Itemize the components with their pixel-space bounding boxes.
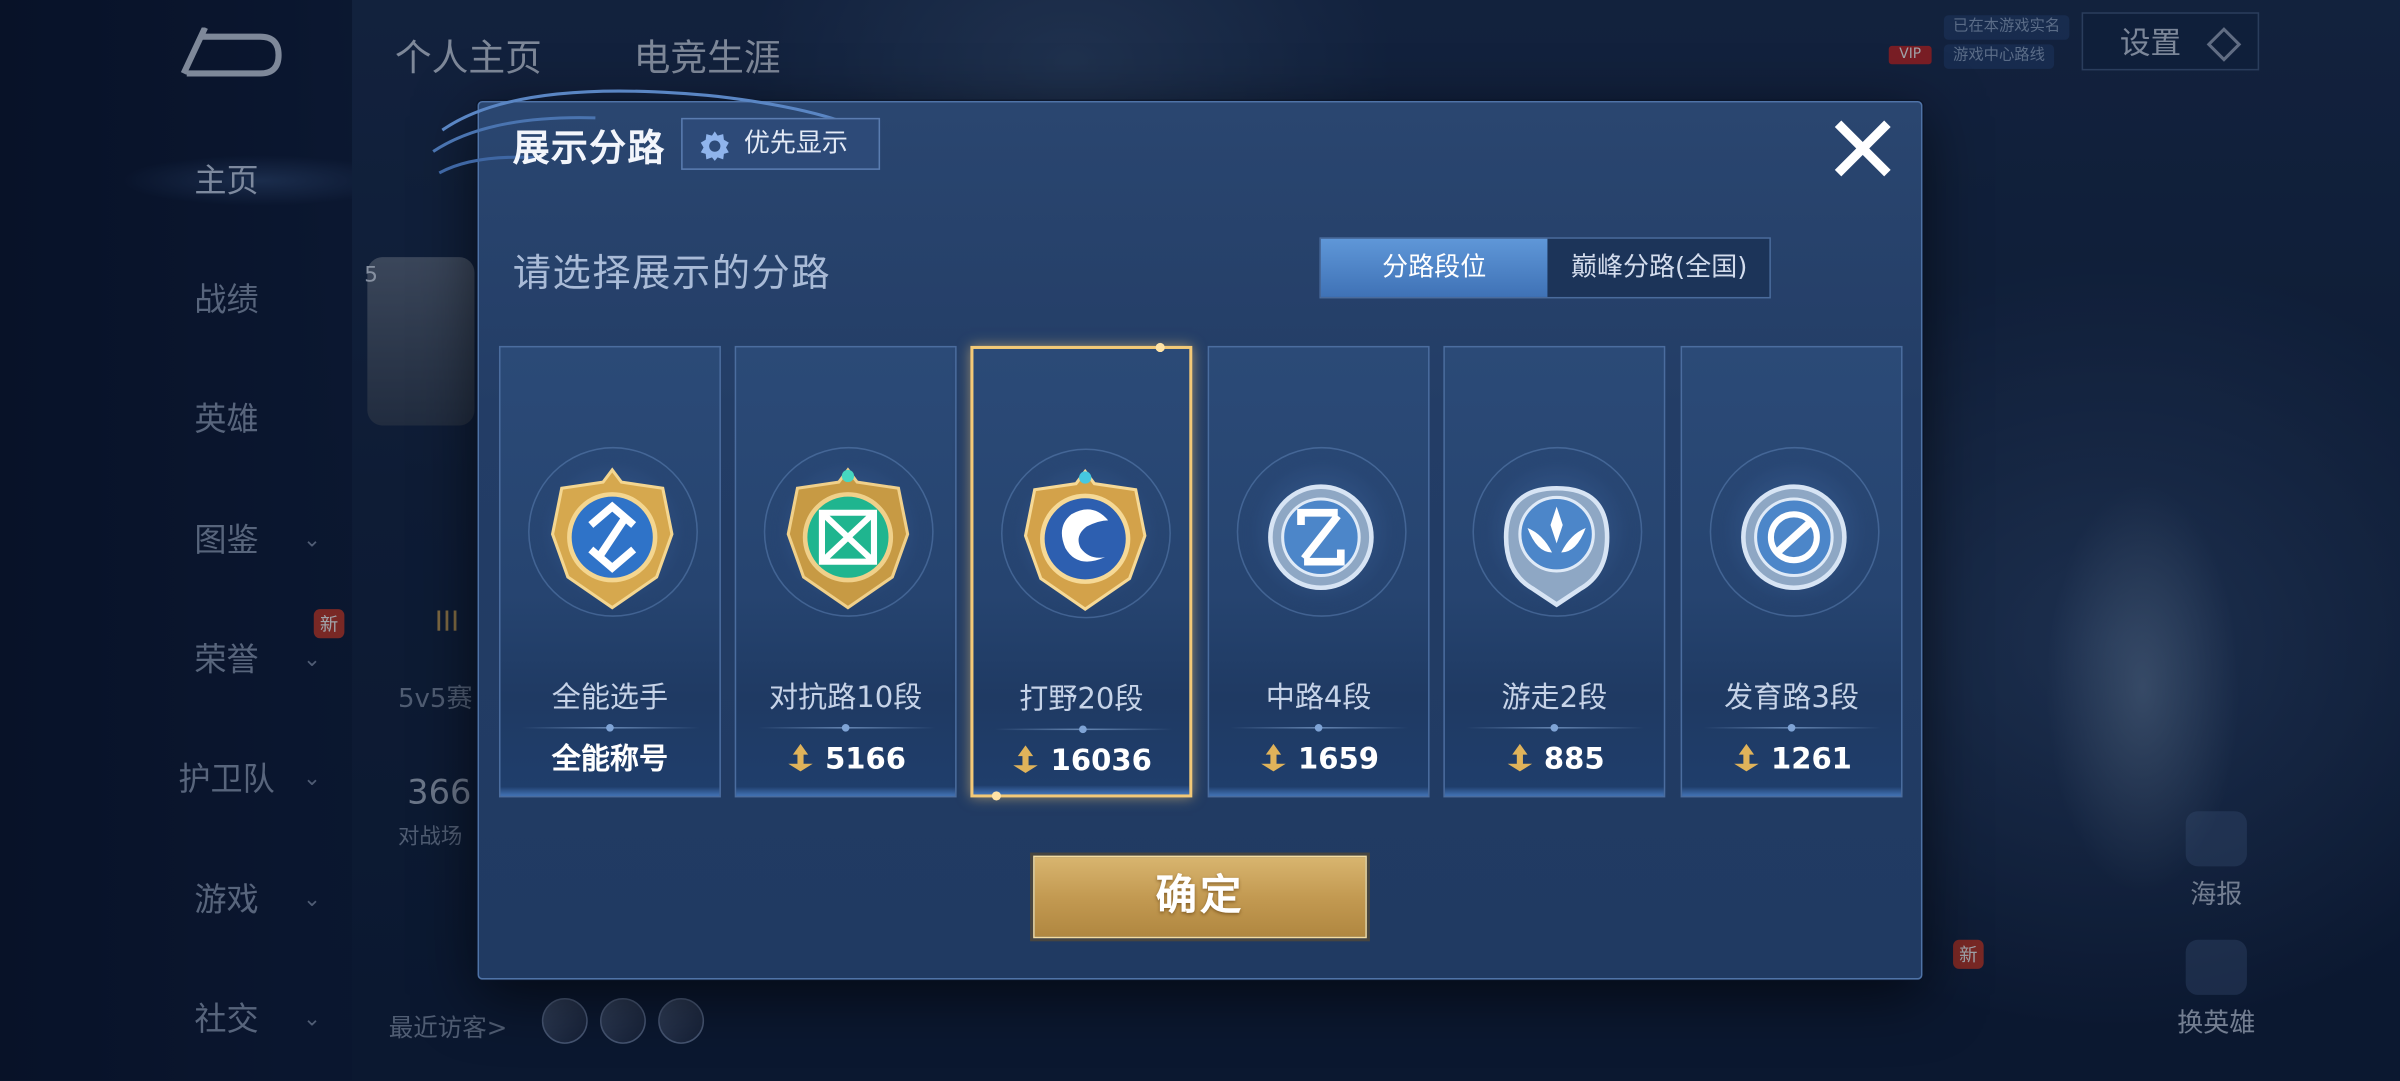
jungle-emblem-icon [1023,468,1147,612]
lane-score-value: 5166 [825,742,907,777]
priority-display-label: 优先显示 [743,128,848,160]
lane-rank: 全能选手 [551,681,669,715]
close-icon[interactable] [1829,115,1896,182]
card-glow [500,786,720,796]
divider [757,723,936,732]
lane-type-switch: 分路段位 巅峰分路(全国) [1319,237,1771,299]
points-icon [788,743,813,772]
lane-card-clash[interactable]: 对抗路10段 5166 [734,345,957,798]
lane-card-farm[interactable]: 发育路3段 1261 [1680,345,1903,798]
divider [1230,723,1409,732]
roam-emblem-icon [1503,485,1610,608]
lane-rank: 打野20段 [1019,682,1144,717]
lane-card-jungle[interactable]: 打野20段 16036 [970,342,1193,801]
lane-score-value: 1659 [1298,742,1379,777]
points-icon [1013,745,1039,773]
tab-peak-lane[interactable]: 巅峰分路(全国) [1549,239,1769,297]
lane-score: 1261 [1682,739,1901,779]
priority-display-button[interactable]: 优先显示 [681,117,881,170]
lane-title: 全能称号 [551,742,669,777]
gear-icon [700,131,729,161]
mid-lane-emblem-icon [1268,484,1374,591]
divider [1703,723,1882,732]
lane-rank: 发育路3段 [1724,681,1859,715]
lane-display-dialog: 展示分路 优先显示 请选择展示的分路 分路段位 巅峰分路(全国) 全能选手 全能… [432,89,1923,980]
lane-score: 5166 [736,739,955,779]
dialog-subtitle: 请选择展示的分路 [512,251,832,296]
tab-lane-rank[interactable]: 分路段位 [1320,238,1548,297]
selection-corner [991,791,1002,801]
app-screen: 主页 战绩 英雄 图鉴 ⌄ 荣誉 ⌄ 新 护卫队 ⌄ 游戏 ⌄ 社交 ⌄ 个人主… [0,0,2400,1081]
lane-score-value: 16036 [1050,743,1152,778]
lane-rank: 游走2段 [1501,681,1608,715]
card-glow [1682,786,1902,796]
dialog-title: 展示分路 [512,127,666,170]
card-glow [1209,786,1429,796]
lane-card-all-round[interactable]: 全能选手 全能称号 [498,345,721,798]
lane-card-mid[interactable]: 中路4段 1659 [1207,345,1430,798]
selection-corner [1155,342,1165,353]
lane-score: 1659 [1209,739,1428,779]
divider [521,723,700,732]
confirm-button[interactable]: 确定 [1033,855,1367,939]
lane-score: 16036 [973,741,1189,781]
divider [994,725,1173,734]
lane-score: 885 [1445,739,1664,779]
clash-lane-emblem-icon [786,467,910,610]
card-glow [1444,786,1664,796]
lane-score-value: 885 [1543,742,1605,777]
lane-rank: 对抗路10段 [768,681,923,715]
lane-card-roam[interactable]: 游走2段 885 [1443,345,1666,798]
points-icon [1507,743,1532,772]
points-icon [1261,743,1286,772]
farm-lane-emblem-icon [1741,484,1847,591]
card-glow [973,785,1190,795]
card-glow [736,786,956,796]
lane-rank: 中路4段 [1265,681,1372,715]
divider [1466,723,1644,732]
all-round-emblem-icon [550,467,674,610]
lane-score-value: 1261 [1770,742,1852,777]
points-icon [1734,743,1759,772]
